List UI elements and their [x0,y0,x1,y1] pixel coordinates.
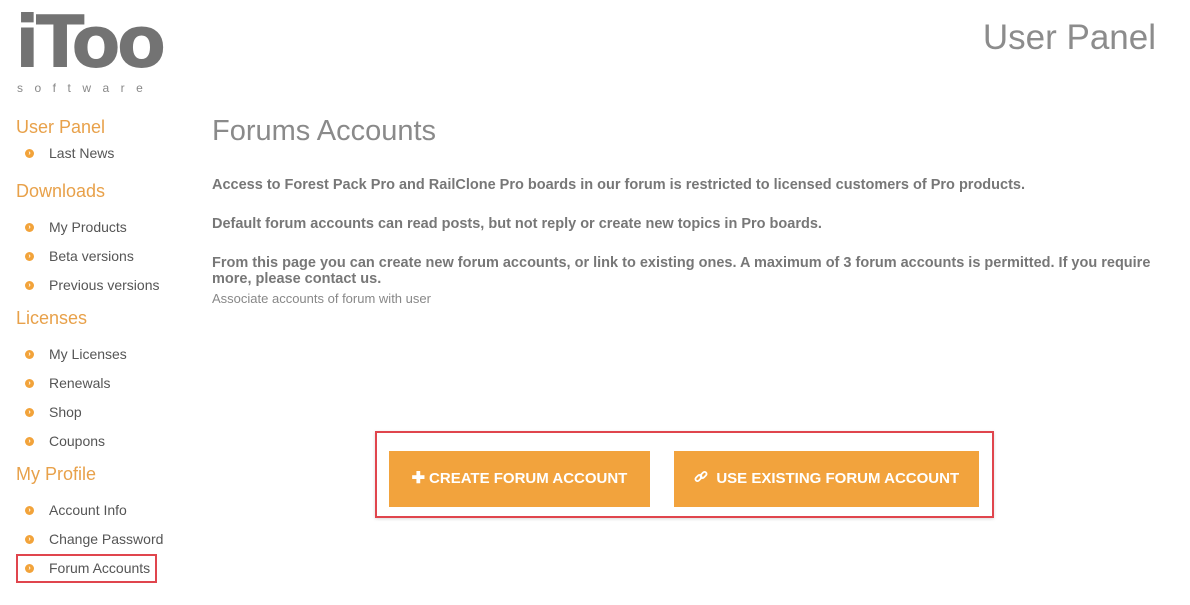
intro-paragraph-default: Default forum accounts can read posts, b… [212,216,822,232]
sidebar-item-forum-accounts[interactable]: › Forum Accounts [16,554,157,583]
sidebar-item-label: My Licenses [49,346,127,362]
associate-note: Associate accounts of forum with user [212,291,431,306]
sidebar-item-label: Change Password [49,531,164,547]
sidebar-item-change-password[interactable]: › Change Password [16,525,186,554]
sidebar-item-label: Previous versions [49,277,160,293]
sidebar-item-previous-versions[interactable]: › Previous versions [16,271,186,300]
main-content: Forums Accounts Access to Forest Pack Pr… [212,113,1162,307]
page-title: Forums Accounts [212,115,437,147]
nav-list-user-panel: › Last News [16,139,186,168]
plus-icon: ✚ [411,470,426,487]
sidebar-item-coupons[interactable]: › Coupons [16,427,186,456]
chevron-right-bullet-icon: › [25,350,34,359]
chevron-right-bullet-icon: › [25,564,34,573]
chevron-right-bullet-icon: › [25,506,34,515]
chevron-right-bullet-icon: › [25,379,34,388]
chevron-right-bullet-icon: › [25,252,34,261]
section-downloads[interactable]: Downloads [16,179,186,203]
use-existing-forum-account-button[interactable]: USE EXISTING FORUM ACCOUNT [674,451,979,507]
sidebar-item-label: Last News [49,145,115,161]
nav-list-licenses: › My Licenses › Renewals › Shop › Coupon… [16,340,186,456]
sidebar-item-label: Beta versions [49,248,134,264]
logo-sub-text: software [17,81,155,95]
sidebar-item-renewals[interactable]: › Renewals [16,369,186,398]
use-existing-forum-account-label: USE EXISTING FORUM ACCOUNT [716,470,960,487]
chevron-right-bullet-icon: › [25,437,34,446]
chevron-right-bullet-icon: › [25,223,34,232]
sidebar-item-my-products[interactable]: › My Products [16,213,186,242]
sidebar-item-my-licenses[interactable]: › My Licenses [16,340,186,369]
create-forum-account-label: CREATE FORUM ACCOUNT [429,470,628,487]
sidebar-item-label: Forum Accounts [49,560,151,576]
sidebar-item-label: Renewals [49,375,111,391]
itoo-logo[interactable]: iToo software [15,6,175,98]
chevron-right-bullet-icon: › [25,408,34,417]
sidebar-item-account-info[interactable]: › Account Info [16,496,186,525]
sidebar-item-label: My Products [49,219,127,235]
sidebar-item-beta-versions[interactable]: › Beta versions [16,242,186,271]
section-licenses[interactable]: Licenses [16,306,186,330]
nav-list-downloads: › My Products › Beta versions › Previous… [16,213,186,300]
section-user-panel[interactable]: User Panel [16,115,186,139]
logo-main-text: iToo [15,0,166,84]
sidebar-item-label: Account Info [49,502,127,518]
sidebar-item-shop[interactable]: › Shop [16,398,186,427]
sidebar-item-last-news[interactable]: › Last News [16,139,186,168]
header-title: User Panel [982,18,1156,57]
section-my-profile[interactable]: My Profile [16,462,186,486]
sidebar-item-label: Coupons [49,433,106,449]
create-forum-account-button[interactable]: ✚ CREATE FORUM ACCOUNT [389,451,650,507]
chevron-right-bullet-icon: › [25,149,34,158]
link-icon [694,470,712,487]
forum-account-actions: ✚ CREATE FORUM ACCOUNT USE EXISTING FORUM… [375,431,994,518]
nav-list-my-profile: › Account Info › Change Password › Forum… [16,496,186,583]
intro-paragraph-access: Access to Forest Pack Pro and RailClone … [212,177,1025,193]
intro-paragraph-create: From this page you can create new forum … [212,255,1151,287]
chevron-right-bullet-icon: › [25,535,34,544]
chevron-right-bullet-icon: › [25,281,34,290]
sidebar-item-label: Shop [49,404,82,420]
sidebar: User Panel › Last News Downloads › My Pr… [16,115,186,583]
